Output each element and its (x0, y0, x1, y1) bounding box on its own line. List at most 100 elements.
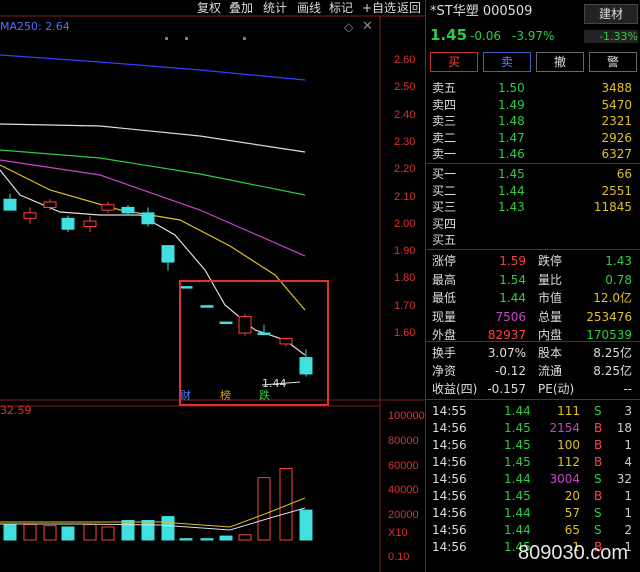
add-watchlist-button[interactable]: +自选 (362, 0, 396, 16)
ma250-line (0, 54, 306, 81)
price-tick: 2.40 (394, 108, 416, 121)
volume-tick: 100000 (388, 410, 425, 422)
ask-row[interactable]: 卖一 1.46 6327 (430, 146, 636, 162)
mark-button[interactable]: 标记 (329, 0, 353, 16)
candle-body (279, 337, 293, 345)
stat-label: 净资 (432, 364, 457, 378)
buy-button[interactable]: 买 (430, 52, 478, 72)
tick-count: 3 (624, 404, 632, 418)
stat-value: 0.78 (605, 272, 632, 287)
ask-volume: 2926 (601, 130, 632, 145)
divider (426, 163, 640, 164)
stock-name: *ST华塑 000509 (430, 4, 533, 19)
bang-marker[interactable]: 榜 (220, 387, 231, 403)
bid-row[interactable]: 买二 1.44 2551 (430, 183, 636, 199)
stat-value: 12.0亿 (593, 291, 632, 305)
cai-marker[interactable]: 财 (180, 387, 191, 403)
ma-magenta-line (0, 159, 306, 257)
close-icon[interactable]: ✕ (362, 19, 373, 34)
alert-button[interactable]: 警 (589, 52, 637, 72)
stat-value: -0.12 (494, 364, 526, 378)
ask-label: 卖二 (432, 130, 457, 145)
ask-row[interactable]: 卖四 1.49 5470 (430, 97, 636, 113)
price-change-pct: -3.97% (512, 29, 555, 43)
stat-value: 253476 (586, 309, 632, 324)
bid-label: 买四 (432, 216, 457, 231)
volume-bar (238, 534, 252, 541)
stats-button[interactable]: 统计 (263, 0, 287, 16)
sector-badge[interactable]: 建材 (584, 4, 638, 24)
cancel-order-button[interactable]: 撤 (536, 52, 584, 72)
tick-row[interactable]: 14:56 1.45 2154 B 18 (430, 420, 636, 436)
overlay-button[interactable]: 叠加 (229, 0, 253, 16)
volume-bar (23, 523, 37, 541)
tick-time: 14:56 (432, 489, 467, 503)
bid-row[interactable]: 买一 1.45 66 (430, 166, 636, 182)
stat-value: 170539 (586, 328, 632, 342)
tick-time: 14:56 (432, 506, 467, 520)
stat-value: 8.25亿 (593, 346, 632, 360)
stat-label: 内盘 (538, 328, 563, 342)
tick-side: B (594, 455, 603, 469)
price-tick: 1.70 (394, 299, 416, 312)
candle-body (141, 212, 155, 225)
tick-row[interactable]: 14:56 1.44 65 S 2 (430, 522, 636, 538)
draw-button[interactable]: 画线 (297, 0, 321, 16)
tick-row[interactable]: 14:56 1.45 112 B 4 (430, 454, 636, 470)
back-button[interactable]: 返回 (397, 0, 421, 16)
sell-button[interactable]: 卖 (483, 52, 531, 72)
candle-body (200, 305, 214, 308)
price-tick: 1.60 (394, 327, 416, 339)
bid-price: 1.43 (498, 200, 525, 214)
volume-bar (257, 477, 271, 541)
volume-bar (43, 525, 57, 541)
stat-value: 1.44 (499, 291, 526, 305)
ask-row[interactable]: 卖二 1.47 2926 (430, 130, 636, 146)
volume-bar (200, 538, 214, 541)
magenta-marker (165, 37, 168, 40)
tick-volume: 20 (564, 489, 580, 503)
price-tick: 2.30 (394, 135, 416, 148)
stat-label: 现量 (432, 309, 457, 324)
volume-bar (141, 520, 155, 541)
quote-panel: *ST华塑 000509 建材 1.45 -0.06 -3.97% -1.33%… (425, 0, 640, 572)
tick-count: 4 (624, 455, 632, 469)
candle-body (161, 245, 175, 263)
volume-tick: 40000 (388, 484, 419, 496)
volume-tick: 20000 (388, 509, 419, 521)
tick-row[interactable]: 14:56 1.45 20 B 1 (430, 488, 636, 504)
tick-row[interactable]: 14:55 1.44 111 S 3 (430, 403, 636, 419)
tick-count: 1 (624, 506, 632, 520)
ask-row[interactable]: 卖三 1.48 2321 (430, 113, 636, 129)
ma5-line (0, 169, 306, 356)
stat-label: PE(动) (538, 382, 575, 396)
bid-row[interactable]: 买四 (430, 216, 636, 232)
watermark: 809030.com (518, 542, 629, 564)
magenta-marker (243, 37, 246, 40)
tick-time: 14:56 (432, 472, 467, 486)
fuquan-button[interactable]: 复权 (197, 0, 221, 16)
ask-volume: 5470 (601, 97, 632, 112)
bid-price: 1.44 (498, 183, 525, 198)
divider (426, 249, 640, 250)
ma-yellow-line (0, 164, 306, 311)
tick-price: 1.45 (504, 489, 531, 503)
kline-chart[interactable]: 复权 叠加 统计 画线 标记 +自选 返回 MA250: 2.64 32.59 … (0, 0, 425, 572)
candle-body (299, 357, 313, 375)
tick-row[interactable]: 14:56 1.44 57 S 1 (430, 505, 636, 521)
ask-price: 1.46 (498, 147, 525, 161)
tick-volume: 65 (564, 523, 580, 537)
tick-row[interactable]: 14:56 1.45 100 B 1 (430, 437, 636, 453)
volume-ma-label: 32.59 (0, 404, 32, 417)
stat-label: 股本 (538, 346, 563, 360)
diamond-icon[interactable]: ◇ (344, 20, 353, 34)
ask-row[interactable]: 卖五 1.50 3488 (430, 80, 636, 96)
bid-row[interactable]: 买三 1.43 11845 (430, 199, 636, 215)
stat-value: 7506 (495, 309, 526, 324)
bid-row[interactable]: 买五 (430, 232, 636, 248)
stat-row: 最高 1.54 量比 0.78 (430, 272, 636, 288)
tick-side: S (594, 404, 602, 418)
tick-row[interactable]: 14:56 1.44 3004 S 32 (430, 471, 636, 487)
tick-price: 1.45 (504, 421, 531, 435)
stat-value: 1.54 (499, 272, 526, 287)
